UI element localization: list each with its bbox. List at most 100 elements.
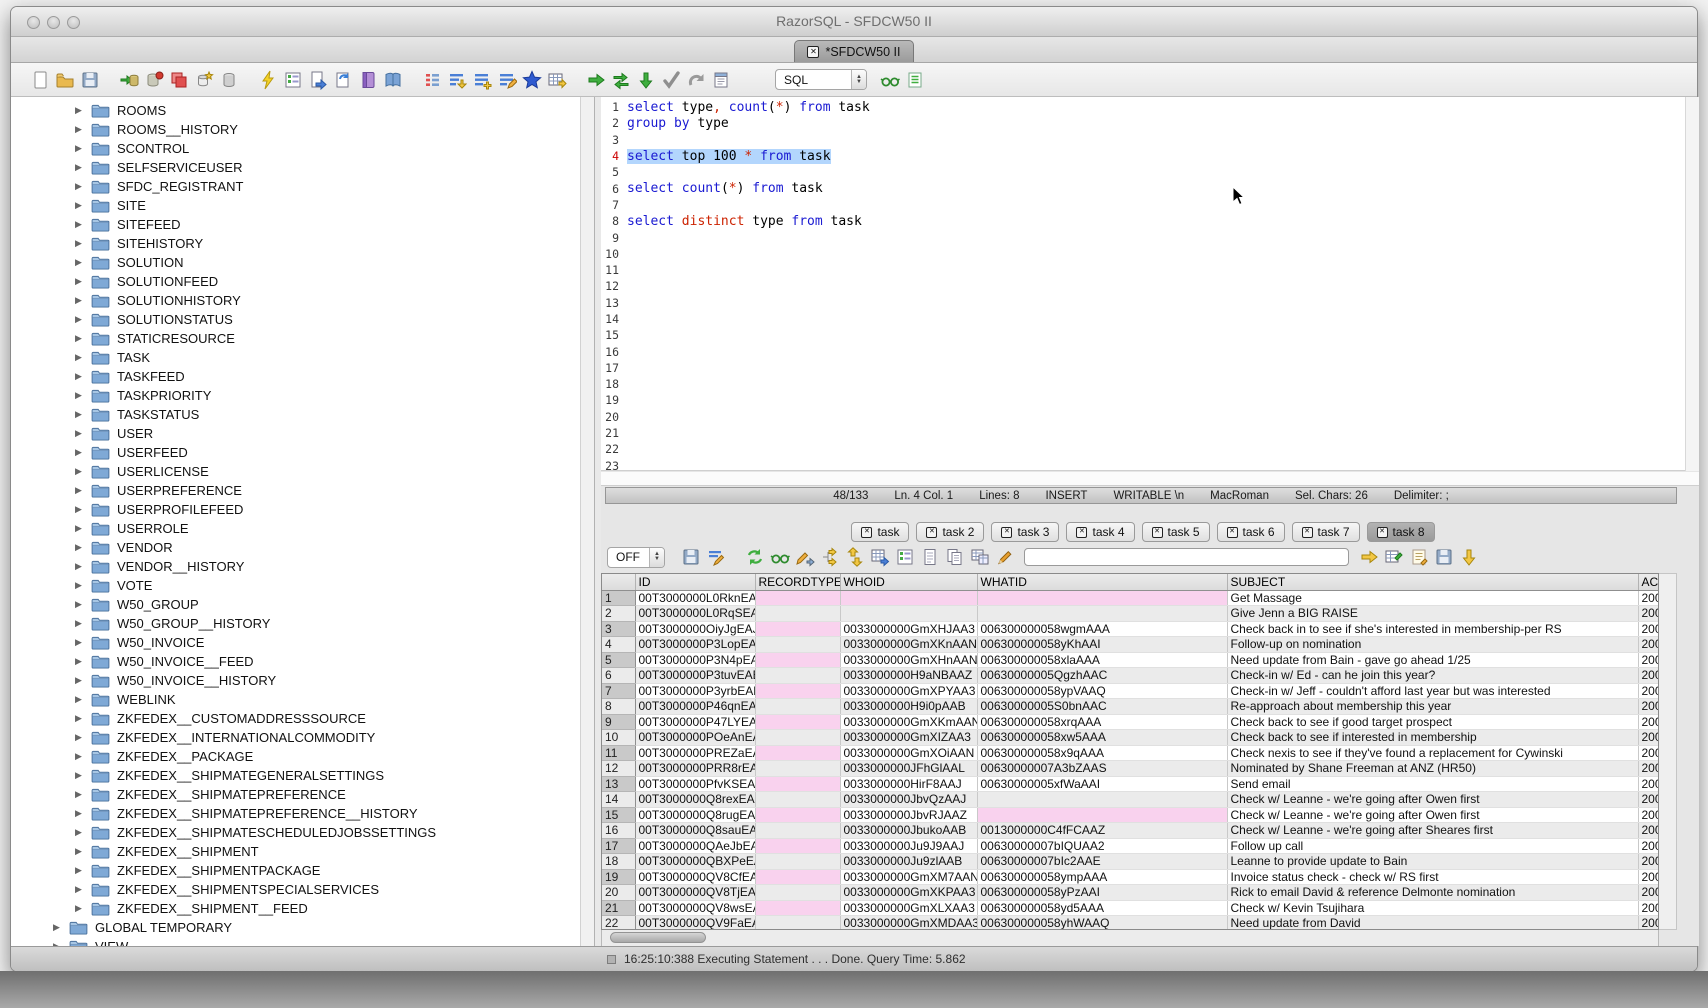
column-header-id[interactable]: ID: [635, 574, 755, 590]
arrow-right-yellow-button[interactable]: [1359, 547, 1379, 567]
tree-item-rooms__history[interactable]: ▶ROOMS__HISTORY: [11, 120, 580, 139]
edit-pencil-button[interactable]: [795, 547, 815, 567]
new-document-button[interactable]: [29, 69, 50, 90]
editor-hscroll[interactable]: [601, 472, 1699, 486]
cell-id[interactable]: 00T3000000PRR8rEAH: [635, 761, 755, 777]
result-tab-task-3[interactable]: ✕task 3: [991, 522, 1059, 542]
row-number[interactable]: 18: [602, 854, 635, 870]
form-options-button[interactable]: [895, 547, 915, 567]
table-vertical-scrollbar[interactable]: [1659, 573, 1677, 930]
cell-whoid[interactable]: 0033000000GmXHJAA3: [840, 621, 977, 637]
row-number[interactable]: 12: [602, 761, 635, 777]
cell-id[interactable]: 00T3000000OiyJgEAJ: [635, 621, 755, 637]
cell-recordtypeid[interactable]: [755, 652, 840, 668]
cell-id[interactable]: 00T3000000Q8rugEAB: [635, 807, 755, 823]
page-button[interactable]: [920, 547, 940, 567]
tree-item-taskstatus[interactable]: ▶TASKSTATUS: [11, 405, 580, 424]
tree-item-zkfedex__shipmategeneralsettings[interactable]: ▶ZKFEDEX__SHIPMATEGENERALSETTINGS: [11, 766, 580, 785]
filter-pencil-button[interactable]: [706, 547, 726, 567]
tree-item-zkfedex__shipment__feed[interactable]: ▶ZKFEDEX__SHIPMENT__FEED: [11, 899, 580, 918]
export-document-button[interactable]: [307, 69, 328, 90]
filter-lines-button[interactable]: [446, 69, 467, 90]
purple-book-button[interactable]: [357, 69, 378, 90]
sql-editor[interactable]: 1select type, count(*) from task2group b…: [601, 97, 1685, 471]
cell-subject[interactable]: Need update from Bain - gave go ahead 1/…: [1227, 652, 1638, 668]
disclosure-triangle-icon[interactable]: ▶: [73, 504, 84, 515]
cell-id[interactable]: 00T3000000Q8sauEAB: [635, 823, 755, 839]
execute-lightning-button[interactable]: [257, 69, 278, 90]
cell-whatid[interactable]: 006300000058yKhAAI: [977, 637, 1227, 653]
row-limit-select-stepper-icon[interactable]: ▲▼: [649, 548, 664, 567]
tree-item-task[interactable]: ▶TASK: [11, 348, 580, 367]
tree-item-userlicense[interactable]: ▶USERLICENSE: [11, 462, 580, 481]
tree-item-sitefeed[interactable]: ▶SITEFEED: [11, 215, 580, 234]
scrollbar-thumb[interactable]: [610, 932, 706, 943]
cell-whatid[interactable]: 0013000000C4fFCAAZ: [977, 823, 1227, 839]
result-tab-task-6[interactable]: ✕task 6: [1217, 522, 1285, 542]
document-tab[interactable]: ✕ *SFDCW50 II: [794, 40, 913, 62]
cell-ac[interactable]: 200: [1638, 683, 1659, 699]
cell-subject[interactable]: Check back in to see if she's interested…: [1227, 621, 1638, 637]
save-button[interactable]: [79, 69, 100, 90]
editor-line-6[interactable]: 6select count(*) from task: [601, 180, 1685, 196]
disclosure-triangle-icon[interactable]: ▶: [73, 884, 84, 895]
row-number[interactable]: 20: [602, 885, 635, 901]
editor-line-15[interactable]: 15: [601, 327, 1685, 343]
row-number[interactable]: 14: [602, 792, 635, 808]
align-lines-button[interactable]: [471, 69, 492, 90]
cell-recordtypeid[interactable]: [755, 590, 840, 606]
editor-line-3[interactable]: 3: [601, 132, 1685, 148]
cell-id[interactable]: 00T3000000Q8rexEAB: [635, 792, 755, 808]
cell-recordtypeid[interactable]: [755, 792, 840, 808]
disclosure-triangle-icon[interactable]: ▶: [73, 428, 84, 439]
disclosure-triangle-icon[interactable]: ▶: [73, 333, 84, 344]
editor-line-20[interactable]: 20: [601, 409, 1685, 425]
database-new-button[interactable]: [193, 69, 214, 90]
check-button[interactable]: [660, 69, 681, 90]
cell-recordtypeid[interactable]: [755, 776, 840, 792]
cell-whatid[interactable]: [977, 590, 1227, 606]
cell-whoid[interactable]: 0033000000GmXMDAA3: [840, 916, 977, 931]
cell-whoid[interactable]: 0033000000HirF8AAJ: [840, 776, 977, 792]
tree-item-global-temporary[interactable]: ▶GLOBAL TEMPORARY: [11, 918, 580, 937]
cell-id[interactable]: 00T3000000L0RknEAF: [635, 590, 755, 606]
tab-close-icon[interactable]: ✕: [1227, 527, 1238, 538]
cell-whoid[interactable]: [840, 606, 977, 622]
tree-item-zkfedex__shipmentpackage[interactable]: ▶ZKFEDEX__SHIPMENTPACKAGE: [11, 861, 580, 880]
cell-recordtypeid[interactable]: [755, 900, 840, 916]
disclosure-triangle-icon[interactable]: ▶: [73, 352, 84, 363]
tree-item-solutionhistory[interactable]: ▶SOLUTIONHISTORY: [11, 291, 580, 310]
tree-item-taskpriority[interactable]: ▶TASKPRIORITY: [11, 386, 580, 405]
editor-line-4[interactable]: 4select top 100 * from task: [601, 148, 1685, 164]
tree-item-vote[interactable]: ▶VOTE: [11, 576, 580, 595]
cell-recordtypeid[interactable]: [755, 869, 840, 885]
cell-whoid[interactable]: 0033000000JFhGlAAL: [840, 761, 977, 777]
statement-type-select-stepper-icon[interactable]: ▲▼: [851, 70, 866, 89]
row-number[interactable]: 7: [602, 683, 635, 699]
editor-line-12[interactable]: 12: [601, 278, 1685, 294]
row-number[interactable]: 5: [602, 652, 635, 668]
tree-item-w50_invoice__feed[interactable]: ▶W50_INVOICE__FEED: [11, 652, 580, 671]
result-tab-task-5[interactable]: ✕task 5: [1142, 522, 1210, 542]
import-document-button[interactable]: [332, 69, 353, 90]
cell-whatid[interactable]: [977, 807, 1227, 823]
cell-whatid[interactable]: 00630000005QgzhAAC: [977, 668, 1227, 684]
editor-line-23[interactable]: 23: [601, 458, 1685, 471]
disclosure-triangle-icon[interactable]: ▶: [73, 143, 84, 154]
cell-whatid[interactable]: 006300000058yhWAAQ: [977, 916, 1227, 931]
cell-recordtypeid[interactable]: [755, 668, 840, 684]
cell-id[interactable]: 00T3000000P3N4pEAF: [635, 652, 755, 668]
arrow-down-green-button[interactable]: [635, 69, 656, 90]
tree-item-view[interactable]: ▶VIEW: [11, 937, 580, 946]
cell-ac[interactable]: 200: [1638, 637, 1659, 653]
cell-whoid[interactable]: 0033000000GmXKnAAN: [840, 637, 977, 653]
editor-line-7[interactable]: 7: [601, 197, 1685, 213]
cell-whoid[interactable]: 0033000000JbvQzAAJ: [840, 792, 977, 808]
row-number[interactable]: 3: [602, 621, 635, 637]
tree-item-userrole[interactable]: ▶USERROLE: [11, 519, 580, 538]
cell-subject[interactable]: Re-approach about membership this year: [1227, 699, 1638, 715]
disclosure-triangle-icon[interactable]: ▶: [73, 124, 84, 135]
cell-id[interactable]: 00T3000000POeAnEAL: [635, 730, 755, 746]
disclosure-triangle-icon[interactable]: ▶: [73, 409, 84, 420]
edit-lines-button[interactable]: [496, 69, 517, 90]
